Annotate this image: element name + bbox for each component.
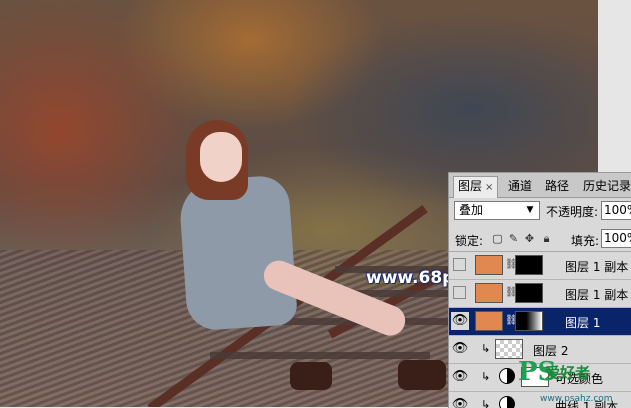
site-logo-url: www.psahz.com <box>540 394 613 404</box>
tab-layers[interactable]: 图层 × <box>453 176 499 198</box>
tab-channels[interactable]: 通道 <box>504 177 536 197</box>
lock-row: 锁定: ▢ ✎ ✥ 🔒︎ 填充: 100% <box>449 227 631 252</box>
lock-paint-icon[interactable]: ✎ <box>507 232 520 245</box>
visibility-toggle[interactable] <box>453 286 466 299</box>
lock-transparent-icon[interactable]: ▢ <box>491 232 504 245</box>
adjustment-layer-icon <box>499 368 515 384</box>
layer-thumbnail <box>495 339 523 359</box>
tab-label: 图层 <box>458 179 483 193</box>
girl-face <box>200 132 242 182</box>
close-icon[interactable]: × <box>485 182 493 193</box>
adjustment-layer-icon <box>499 396 515 408</box>
eye-icon[interactable]: 👁︎ <box>451 368 469 386</box>
fill-input[interactable]: 100% <box>601 229 631 248</box>
clipping-arrow-icon: ↳ <box>481 370 491 383</box>
site-logo-text: 爱好者 <box>545 364 591 382</box>
eye-icon[interactable]: 👁︎ <box>451 396 469 408</box>
tab-paths[interactable]: 路径 <box>541 177 573 197</box>
chevron-down-icon: ▼ <box>526 205 534 215</box>
layer-row[interactable]: ⛓ 图层 1 副本 2 <box>449 252 631 280</box>
tab-label: 历史记录 <box>583 179 631 193</box>
girl-shoe <box>290 362 332 390</box>
clipping-arrow-icon: ↳ <box>481 342 491 355</box>
eye-icon[interactable]: 👁︎ <box>451 340 469 358</box>
opacity-label: 不透明度: <box>546 205 599 219</box>
lock-label: 锁定: <box>455 234 484 248</box>
tab-label: 通道 <box>508 179 533 193</box>
layer-row[interactable]: ⛓ 图层 1 副本 <box>449 280 631 308</box>
panel-tabs: 图层 × 通道 路径 历史记录 <box>449 173 631 198</box>
layer-mask-thumbnail[interactable] <box>515 311 543 331</box>
visibility-toggle[interactable] <box>453 258 466 271</box>
layer-name: 图层 1 副本 <box>565 288 629 302</box>
fill-label: 填充: <box>571 234 600 248</box>
tab-label: 路径 <box>545 179 570 193</box>
blend-mode-select[interactable]: 叠加 ▼ <box>454 201 540 220</box>
layer-thumbnail <box>475 255 503 275</box>
layer-thumbnail <box>475 311 503 331</box>
rail-sleeper <box>210 352 430 359</box>
layer-mask-thumbnail[interactable] <box>515 283 543 303</box>
layer-name: 图层 1 副本 2 <box>565 260 631 274</box>
lock-all-icon[interactable]: 🔒︎ <box>540 232 553 245</box>
layer-thumbnail <box>475 283 503 303</box>
opacity-input[interactable]: 100% <box>601 201 631 220</box>
blend-mode-value: 叠加 <box>459 203 484 217</box>
layer-name: 图层 1 <box>565 316 601 330</box>
canvas-background <box>598 0 631 172</box>
blend-row: 叠加 ▼ 不透明度: 100% <box>449 199 631 225</box>
layer-row-selected[interactable]: 👁︎ ⛓ 图层 1 <box>449 308 631 336</box>
girl-shoe <box>398 360 446 390</box>
tab-history[interactable]: 历史记录 <box>579 177 631 197</box>
layer-mask-thumbnail[interactable] <box>515 255 543 275</box>
eye-icon[interactable]: 👁︎ <box>451 312 469 330</box>
lock-move-icon[interactable]: ✥ <box>523 232 536 245</box>
